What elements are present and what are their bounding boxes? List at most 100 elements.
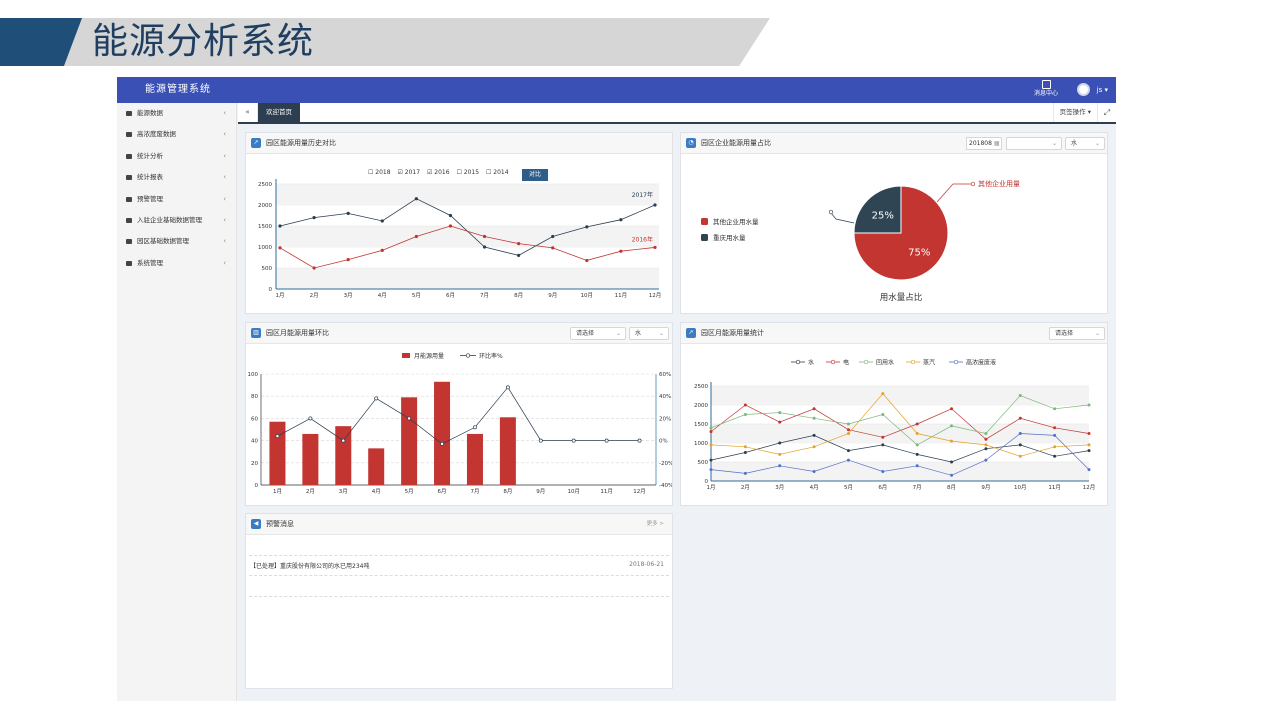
data-point (881, 470, 885, 473)
sidebar-item-label: 高浓度废数据 (137, 130, 176, 139)
y-tick-label: 2000 (694, 403, 708, 409)
y2-tick-label: -20% (659, 461, 672, 467)
data-point (473, 425, 477, 430)
enterprise-select[interactable]: ⌄ (1006, 137, 1062, 150)
data-point (1018, 443, 1022, 447)
x-tick-label: 10月 (1014, 484, 1027, 491)
data-point (984, 458, 988, 462)
enterprise-select[interactable]: 请选择 ⌄ (1049, 327, 1105, 340)
data-point (709, 443, 713, 447)
data-point (278, 224, 282, 228)
energy-type-select[interactable]: 水 ⌄ (1065, 137, 1105, 150)
sidebar-item-park-data[interactable]: 园区基础数据管理 ‹ (117, 231, 236, 252)
bell-icon (126, 196, 132, 202)
x-tick-label: 7月 (480, 292, 489, 299)
chevron-left-icon: ‹ (223, 151, 226, 160)
data-point (571, 438, 576, 443)
line-chart-icon: ↗ (686, 328, 696, 338)
top-navbar: 能源管理系统 消息中心 js ▾ (117, 77, 1116, 103)
chart-title: 用水量占比 (880, 292, 923, 303)
bar (269, 421, 286, 485)
tab-ops-dropdown[interactable]: 页签操作 ▾ (1052, 103, 1098, 122)
x-tick-label: 9月 (981, 484, 990, 491)
sidebar-item-enterprise-data[interactable]: 入驻企业基础数据管理 ‹ (117, 210, 236, 231)
panel-header: ◔ 园区企业能源用量占比 201808 ▦ ⌄ 水 ⌄ (681, 133, 1107, 154)
sidebar-item-alert-mgmt[interactable]: 预警管理 ‹ (117, 189, 236, 210)
chevron-left-icon: ‹ (223, 109, 226, 117)
data-point (341, 438, 346, 443)
stats-panel: ↗ 园区月能源用量统计 请选择 ⌄ 0 500 1000 1500 2000 2500 1月 2… (680, 322, 1108, 506)
chevron-down-icon: ⌄ (1094, 140, 1100, 147)
speaker-icon: ◀ (251, 519, 261, 529)
data-point (812, 433, 816, 437)
sidebar-item-stats-analysis[interactable]: 统计分析 ‹ (117, 146, 236, 167)
grid-band (276, 226, 659, 247)
data-point (881, 413, 885, 416)
x-tick-label: 5月 (405, 488, 414, 495)
y-tick-label: 2500 (694, 384, 708, 390)
data-point (709, 458, 713, 462)
legend-label: 环比率% (479, 352, 503, 360)
data-point (846, 428, 850, 432)
y-tick-label: 1500 (258, 224, 272, 230)
enterprise-select[interactable]: 请选择 ⌄ (570, 327, 626, 340)
alert-text: 【已处理】重庆股份有限公司的水已用234吨 (250, 563, 370, 570)
chevron-down-icon: ⌄ (658, 330, 664, 337)
user-menu[interactable]: js ▾ (1097, 77, 1108, 103)
data-point (551, 234, 555, 239)
date-picker-input[interactable]: 201808 ▦ (966, 137, 1002, 150)
data-point (414, 234, 418, 239)
data-point (1053, 445, 1057, 449)
x-tick-label: 12月 (649, 292, 662, 299)
sidebar-item-high-conc-data[interactable]: 高浓度废数据 ‹ (117, 124, 236, 145)
grid-band (711, 462, 1089, 481)
legend-dot (795, 359, 801, 365)
chevron-left-icon: ‹ (223, 194, 226, 203)
brand-title: 能源管理系统 (145, 84, 211, 95)
x-tick-label: 4月 (378, 292, 387, 299)
data-point (915, 464, 919, 468)
legend-swatch (701, 234, 708, 241)
x-tick-label: 6月 (446, 292, 455, 299)
sidebar-item-stats-report[interactable]: 统计报表 ‹ (117, 167, 236, 188)
legend-dot (910, 359, 916, 365)
data-point (709, 426, 713, 430)
sidebar-item-system[interactable]: 系统管理 ‹ (117, 253, 236, 274)
data-point (414, 197, 418, 201)
y2-tick-label: 0% (659, 439, 668, 445)
slice-label: 75% (908, 247, 930, 258)
data-point (278, 246, 282, 250)
x-tick-label: 6月 (438, 488, 447, 495)
y2-tick-label: 20% (659, 416, 671, 422)
x-tick-label: 2月 (310, 292, 319, 299)
legend-label: 高浓度废液 (966, 359, 996, 367)
data-point (846, 449, 850, 453)
data-point (812, 470, 816, 473)
data-point (312, 216, 316, 220)
y-tick-label: 2500 (258, 182, 272, 188)
sidebar-item-label: 统计分析 (137, 151, 163, 160)
y-tick-label: 0 (255, 483, 259, 489)
data-point (812, 407, 816, 411)
energy-type-select[interactable]: 水 ⌄ (629, 327, 669, 340)
data-point (551, 246, 555, 250)
y-tick-label: 40 (251, 439, 258, 445)
series-label: 2016年 (632, 235, 653, 243)
message-center-button[interactable]: 消息中心 (1034, 80, 1058, 98)
data-point (1087, 449, 1091, 453)
more-link[interactable]: 更多 > (647, 514, 664, 535)
fullscreen-icon[interactable]: ⤢ (1098, 103, 1116, 122)
legend-dot (953, 359, 959, 365)
data-point (517, 253, 521, 257)
tab-welcome[interactable]: 欢迎首页 (258, 103, 300, 122)
data-point (448, 224, 453, 228)
legend-label: 重庆用水量 (713, 233, 746, 242)
alert-row[interactable]: 【已处理】重庆股份有限公司的水已用234吨 2018-06-21 (250, 561, 664, 570)
x-tick-label: 10月 (567, 488, 580, 495)
avatar[interactable] (1077, 83, 1090, 96)
sidebar-item-energy-data[interactable]: 能源数据 ‹ (117, 103, 236, 124)
leader-dot (970, 181, 976, 187)
x-tick-label: 7月 (470, 488, 479, 495)
tab-scroll-back-button[interactable]: « (238, 103, 258, 122)
bar (434, 381, 451, 485)
